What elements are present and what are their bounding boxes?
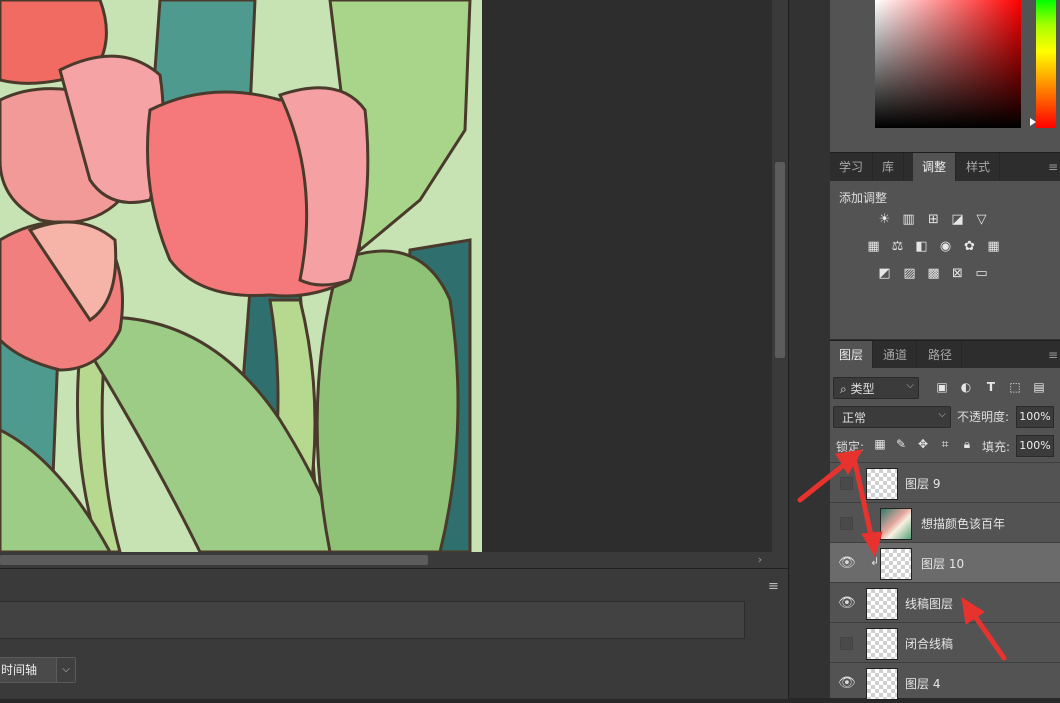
- lock-all-icon[interactable]: 🔒︎: [960, 437, 974, 451]
- clipping-mask-icon: ↲: [870, 555, 880, 568]
- exposure-icon[interactable]: ◪: [949, 213, 966, 227]
- timeline-panel: ≡ 时间轴 ⌵: [0, 568, 788, 699]
- levels-icon[interactable]: ▥: [900, 213, 917, 227]
- adjustments-panel: 添加调整 ☀ ▥ ⊞ ◪ ▽ ▦ ⚖ ◧ ◉ ✿ ▦ ◩ ▨ ▩ ⊠ ▭: [830, 181, 1060, 339]
- selective-color-icon[interactable]: ⊠: [949, 267, 966, 281]
- tab-paths[interactable]: 路径: [919, 341, 963, 369]
- scroll-right-arrow-icon[interactable]: ›: [752, 552, 768, 568]
- gradient-triangle-icon[interactable]: ▽: [973, 213, 990, 227]
- tab-styles[interactable]: 样式: [957, 153, 1001, 181]
- eye-icon[interactable]: 👁︎: [838, 595, 856, 611]
- layer-name[interactable]: 线稿图层: [905, 595, 953, 612]
- layer-row[interactable]: 👁︎ 图层 4: [830, 662, 1060, 703]
- chevron-down-icon: ⌵: [938, 409, 946, 420]
- layer-row[interactable]: 👁︎ ↲ 图层 10: [830, 542, 1060, 583]
- visibility-toggle[interactable]: [840, 477, 853, 490]
- lock-transparent-icon[interactable]: ▦: [873, 437, 887, 451]
- adjustments-tabbar: 学习 库 调整 样式 ≡: [830, 152, 1060, 181]
- layer-row[interactable]: 👁︎ 线稿图层: [830, 582, 1060, 623]
- visibility-toggle[interactable]: [840, 637, 853, 650]
- timeline-track-area: [0, 601, 745, 639]
- layers-panel: ⌕ 类型 ⌵ ▣ ◐ T ⬚ ▤ 正常 ⌵ 不透明度: 100% 锁定: ▦ ✎…: [830, 368, 1060, 700]
- create-timeline-button[interactable]: 时间轴: [0, 657, 60, 683]
- eye-icon[interactable]: 👁︎: [838, 675, 856, 691]
- layer-row[interactable]: 图层 9: [830, 462, 1060, 503]
- black-white-icon[interactable]: ◧: [913, 240, 930, 254]
- pixel-filter-icon[interactable]: ▣: [934, 379, 950, 395]
- layer-name[interactable]: 图层 4: [905, 675, 940, 692]
- panel-menu-icon[interactable]: ≡: [768, 579, 779, 594]
- balance-icon[interactable]: ⚖: [889, 240, 906, 254]
- layer-name[interactable]: 图层 9: [905, 475, 940, 492]
- posterize-icon[interactable]: ▨: [901, 267, 918, 281]
- smart-object-filter-icon[interactable]: ▤: [1031, 379, 1047, 395]
- hue-slider[interactable]: [1036, 0, 1056, 128]
- layer-thumbnail: [866, 468, 898, 500]
- tab-libraries[interactable]: 库: [873, 153, 905, 181]
- fill-input[interactable]: 100%: [1016, 435, 1054, 457]
- layer-name[interactable]: 想描颜色该百年: [921, 515, 1005, 532]
- kind-filter-label: ⌕ 类型: [840, 382, 875, 396]
- gradient-map-icon[interactable]: ▭: [973, 267, 990, 281]
- curves-icon[interactable]: ⊞: [925, 213, 942, 227]
- panel-menu-icon[interactable]: ≡: [1048, 153, 1058, 181]
- chevron-down-icon[interactable]: ⌵: [56, 657, 76, 683]
- chevron-down-icon: ⌵: [906, 380, 914, 391]
- brightness-contrast-icon[interactable]: ☀: [876, 213, 893, 227]
- channel-mixer-icon[interactable]: ✿: [961, 240, 978, 254]
- visibility-toggle[interactable]: [840, 517, 853, 530]
- panel-dock-divider: [788, 0, 832, 698]
- adjustment-filter-icon[interactable]: ◐: [958, 379, 974, 395]
- adjustments-title: 添加调整: [839, 191, 888, 205]
- layer-thumbnail: [866, 588, 898, 620]
- layer-name[interactable]: 图层 10: [921, 555, 964, 572]
- opacity-label: 不透明度:: [957, 410, 1010, 424]
- layers-tabbar: 图层 通道 路径 ≡: [830, 340, 1060, 369]
- layer-row[interactable]: 闭合线稿: [830, 622, 1060, 663]
- horizontal-scrollbar[interactable]: ›: [0, 552, 788, 568]
- opacity-input[interactable]: 100%: [1016, 406, 1054, 428]
- layer-thumbnail: [866, 628, 898, 660]
- eye-icon[interactable]: 👁︎: [838, 555, 856, 571]
- invert-icon[interactable]: ◩: [876, 267, 893, 281]
- color-lookup-icon[interactable]: ▦: [985, 240, 1002, 254]
- threshold-icon[interactable]: ▩: [925, 267, 942, 281]
- color-picker-panel: [830, 0, 1060, 152]
- vibrance-icon[interactable]: ▦: [865, 240, 882, 254]
- shape-filter-icon[interactable]: ⬚: [1007, 379, 1023, 395]
- layer-thumbnail: [880, 508, 912, 540]
- fill-label: 填充:: [982, 440, 1011, 454]
- blend-mode-value: 正常: [842, 411, 867, 425]
- horizontal-scroll-thumb[interactable]: [0, 555, 428, 565]
- layer-name[interactable]: 闭合线稿: [905, 635, 953, 652]
- lock-label: 锁定:: [836, 440, 865, 454]
- layer-row[interactable]: 想描颜色该百年: [830, 502, 1060, 543]
- panel-menu-icon[interactable]: ≡: [1048, 341, 1058, 369]
- lock-move-icon[interactable]: ✥: [916, 437, 930, 451]
- tab-learn[interactable]: 学习: [830, 153, 874, 181]
- blend-mode-select[interactable]: 正常 ⌵: [833, 406, 951, 428]
- saturation-brightness-field[interactable]: [875, 0, 1021, 128]
- type-filter-icon[interactable]: T: [983, 379, 999, 395]
- photo-filter-icon[interactable]: ◉: [937, 240, 954, 254]
- layer-kind-filter[interactable]: ⌕ 类型 ⌵: [833, 377, 919, 399]
- layer-thumbnail: [880, 548, 912, 580]
- lock-brush-icon[interactable]: ✎: [894, 437, 908, 451]
- right-panel-dock: 学习 库 调整 样式 ≡ 添加调整 ☀ ▥ ⊞ ◪ ▽ ▦ ⚖ ◧ ◉ ✿ ▦ …: [830, 0, 1060, 700]
- layer-thumbnail: [866, 668, 898, 700]
- vertical-scrollbar[interactable]: [772, 0, 788, 552]
- tab-layers[interactable]: 图层: [830, 341, 874, 369]
- document-canvas[interactable]: [0, 0, 772, 552]
- tulip-artwork: [0, 0, 482, 552]
- tab-channels[interactable]: 通道: [874, 341, 918, 369]
- tab-adjustments[interactable]: 调整: [913, 153, 957, 181]
- lock-artboard-icon[interactable]: ⌗: [938, 437, 952, 451]
- vertical-scroll-thumb[interactable]: [775, 162, 785, 358]
